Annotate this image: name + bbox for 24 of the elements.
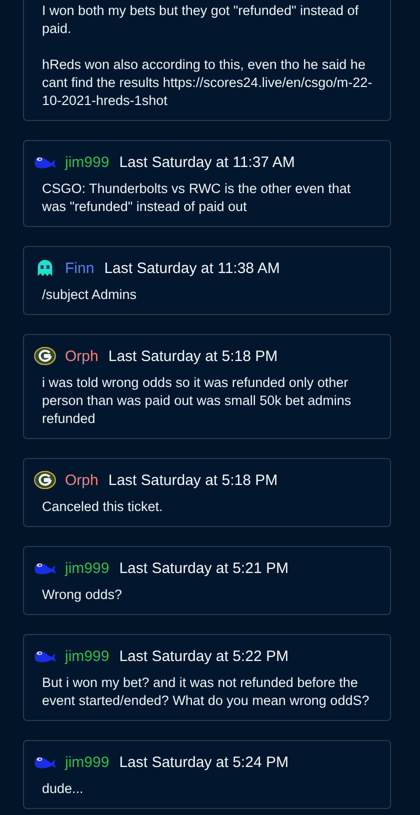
author-name[interactable]: Finn <box>65 260 94 276</box>
g-logo-icon <box>33 471 57 489</box>
message-text: i was told wrong odds so it was refunded only other person than was paid out was small 50k bet admins refunded <box>42 374 352 428</box>
message-text: dude... <box>42 780 84 798</box>
message-text: CSGO: Thunderbolts vs RWC is the other even that was "refunded" instead of paid out <box>42 180 352 216</box>
message-text: Canceled this ticket. <box>42 498 164 516</box>
timestamp: Last Saturday at 11:37 AM <box>119 154 295 170</box>
timestamp: Last Saturday at 5:18 PM <box>108 472 278 488</box>
timestamp: Last Saturday at 5:22 PM <box>119 648 288 664</box>
timestamp: Last Saturday at 11:38 AM <box>104 260 280 276</box>
author-name[interactable]: jim999 <box>65 154 110 170</box>
message-text: But i won my bet? and it was not refunded before the event started/ended? What do you mean wrong oddS? <box>42 674 370 710</box>
timestamp: Last Saturday at 5:24 PM <box>119 754 288 770</box>
author-name[interactable]: jim999 <box>65 754 110 770</box>
timestamp: Last Saturday at 5:18 PM <box>108 348 278 364</box>
message-text: Wrong odds? <box>42 586 124 604</box>
g-logo-icon <box>33 347 57 365</box>
message-text: I won both my bets but they got "refunded" instead of paid. hReds won also according to this, even tho he said he cant find the results https://scores24.live/en/csgo/m-22-10-2021-hreds-1shot <box>42 2 374 110</box>
author-name[interactable]: Orph <box>65 472 98 488</box>
author-name[interactable]: Orph <box>65 348 98 364</box>
author-name[interactable]: jim999 <box>65 560 110 576</box>
message-text: /subject Admins <box>42 286 138 304</box>
author-name[interactable]: jim999 <box>65 648 110 664</box>
timestamp: Last Saturday at 5:21 PM <box>119 560 288 576</box>
